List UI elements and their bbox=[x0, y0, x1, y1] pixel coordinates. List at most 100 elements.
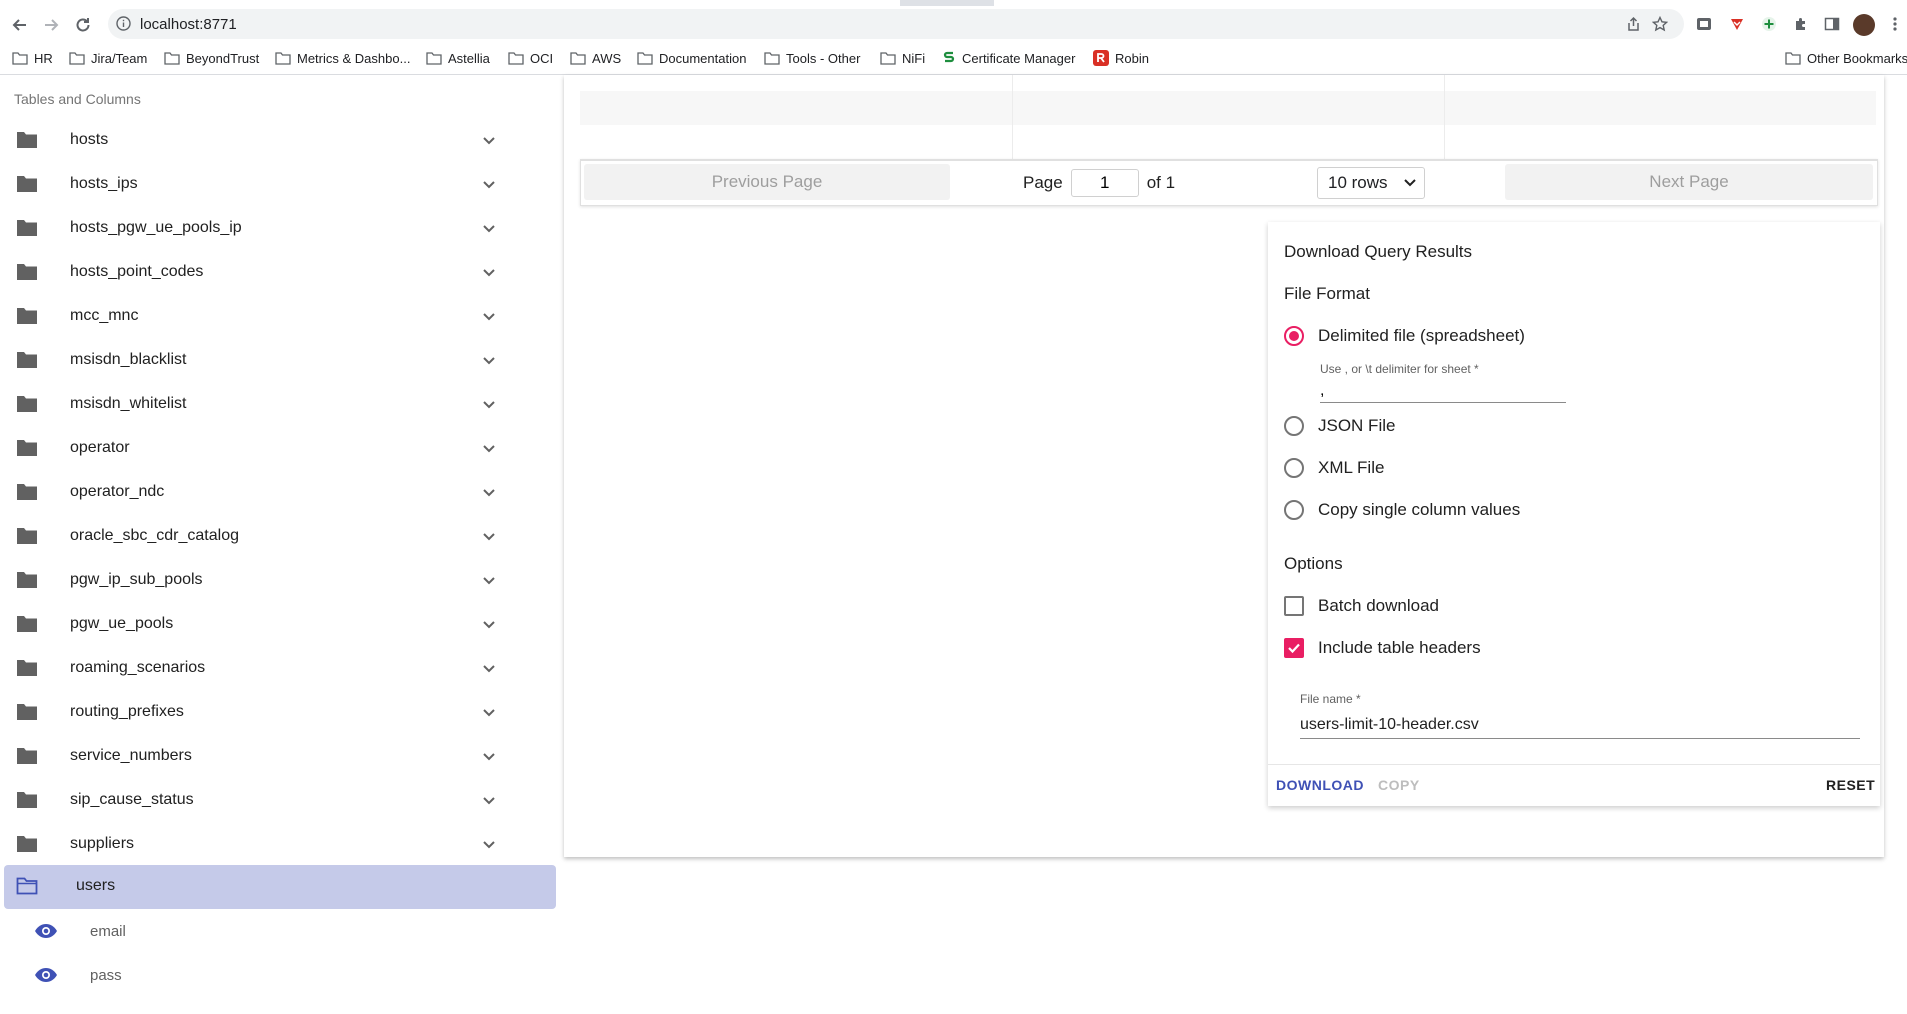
table-item-roaming-scenarios[interactable]: roaming_scenarios bbox=[4, 647, 556, 691]
page-number-input[interactable] bbox=[1070, 169, 1139, 197]
bookmark-folder-beyondtrust[interactable]: BeyondTrust bbox=[164, 48, 259, 68]
table-item-pgw-ip-sub-pools[interactable]: pgw_ip_sub_pools bbox=[4, 559, 556, 603]
bookmark-folder-nifi[interactable]: NiFi bbox=[880, 48, 925, 68]
chevron-down-icon[interactable] bbox=[482, 793, 496, 811]
folder-icon bbox=[275, 51, 291, 65]
include-headers-checkbox[interactable] bbox=[1284, 638, 1304, 658]
chevron-down-icon[interactable] bbox=[482, 661, 496, 679]
chevron-down-icon[interactable] bbox=[482, 837, 496, 855]
extension-icon-2[interactable] bbox=[1726, 13, 1748, 35]
back-icon[interactable] bbox=[7, 12, 33, 38]
bookmark-folder-hr[interactable]: HR bbox=[12, 48, 53, 68]
table-item-routing-prefixes[interactable]: routing_prefixes bbox=[4, 691, 556, 735]
table-item-sip-cause-status[interactable]: sip_cause_status bbox=[4, 779, 556, 823]
bookmark-certificate-manager[interactable]: Certificate Manager bbox=[942, 48, 1075, 68]
url-text[interactable]: localhost:8771 bbox=[140, 16, 237, 33]
table-item-msisdn-whitelist[interactable]: msisdn_whitelist bbox=[4, 383, 556, 427]
download-button[interactable]: DOWNLOAD bbox=[1276, 777, 1364, 793]
bookmark-folder-astellia[interactable]: Astellia bbox=[426, 48, 490, 68]
format-option-xml[interactable]: XML File bbox=[1284, 454, 1384, 482]
reload-icon[interactable] bbox=[70, 12, 96, 38]
column-item-pass[interactable]: pass bbox=[30, 955, 430, 995]
table-item-msisdn-blacklist[interactable]: msisdn_blacklist bbox=[4, 339, 556, 383]
chevron-down-icon[interactable] bbox=[482, 309, 496, 327]
table-item-hosts[interactable]: hosts bbox=[4, 119, 556, 163]
batch-download-checkbox[interactable] bbox=[1284, 596, 1304, 616]
previous-page-button[interactable]: Previous Page bbox=[584, 164, 950, 200]
chevron-down-icon[interactable] bbox=[482, 573, 496, 591]
chevron-down-icon[interactable] bbox=[482, 705, 496, 723]
kebab-menu-icon[interactable] bbox=[1884, 13, 1906, 35]
format-option-copy-column[interactable]: Copy single column values bbox=[1284, 496, 1520, 524]
column-item-email[interactable]: email bbox=[30, 911, 430, 951]
chevron-down-icon[interactable] bbox=[482, 749, 496, 767]
table-item-label: oracle_sbc_cdr_catalog bbox=[70, 527, 239, 544]
rows-per-page-select[interactable]: 10 rows bbox=[1317, 167, 1425, 199]
chevron-down-icon[interactable] bbox=[482, 441, 496, 459]
chevron-down-icon[interactable] bbox=[482, 617, 496, 635]
bookmark-folder-aws[interactable]: AWS bbox=[570, 48, 621, 68]
chevron-down-icon[interactable] bbox=[482, 221, 496, 239]
chevron-down-icon[interactable] bbox=[482, 529, 496, 547]
folder-icon bbox=[508, 51, 524, 65]
extensions-puzzle-icon[interactable] bbox=[1790, 13, 1812, 35]
chevron-down-icon[interactable] bbox=[482, 265, 496, 283]
table-item-label: mcc_mnc bbox=[70, 307, 139, 324]
radio-unselected[interactable] bbox=[1284, 500, 1304, 520]
extension-plus-icon[interactable] bbox=[1758, 13, 1780, 35]
table-item-mcc-mnc[interactable]: mcc_mnc bbox=[4, 295, 556, 339]
share-icon[interactable] bbox=[1626, 16, 1641, 37]
table-item-hosts-point-codes[interactable]: hosts_point_codes bbox=[4, 251, 556, 295]
radio-unselected[interactable] bbox=[1284, 458, 1304, 478]
chevron-down-icon[interactable] bbox=[482, 397, 496, 415]
extension-icon-1[interactable] bbox=[1693, 13, 1715, 35]
column-item-label: email bbox=[90, 923, 126, 940]
chevron-down-icon[interactable] bbox=[482, 177, 496, 195]
info-icon[interactable] bbox=[116, 16, 131, 36]
table-item-users[interactable]: users bbox=[4, 865, 556, 909]
copy-button[interactable]: COPY bbox=[1378, 777, 1420, 793]
table-item-operator[interactable]: operator bbox=[4, 427, 556, 471]
table-item-oracle-sbc-cdr-catalog[interactable]: oracle_sbc_cdr_catalog bbox=[4, 515, 556, 559]
bookmark-star-icon[interactable] bbox=[1651, 15, 1669, 37]
folder-icon bbox=[16, 263, 38, 286]
address-bar[interactable]: localhost:8771 bbox=[108, 9, 1684, 39]
bookmark-folder-metrics[interactable]: Metrics & Dashbo... bbox=[275, 48, 410, 68]
format-option-delimited[interactable]: Delimited file (spreadsheet) bbox=[1284, 322, 1525, 350]
reset-button[interactable]: RESET bbox=[1826, 777, 1875, 793]
radio-selected[interactable] bbox=[1284, 326, 1304, 346]
chevron-down-icon[interactable] bbox=[482, 133, 496, 151]
eye-icon[interactable] bbox=[34, 967, 58, 988]
table-item-service-numbers[interactable]: service_numbers bbox=[4, 735, 556, 779]
delimiter-input[interactable] bbox=[1320, 380, 1566, 403]
bookmark-folder-documentation[interactable]: Documentation bbox=[637, 48, 746, 68]
table-item-suppliers[interactable]: suppliers bbox=[4, 823, 556, 867]
folder-icon bbox=[16, 351, 38, 374]
folder-icon bbox=[16, 615, 38, 638]
chevron-down-icon[interactable] bbox=[482, 485, 496, 503]
forward-icon[interactable] bbox=[38, 12, 64, 38]
file-name-input[interactable] bbox=[1300, 712, 1860, 739]
chevron-down-icon bbox=[1404, 179, 1416, 187]
folder-icon bbox=[16, 131, 38, 154]
table-item-operator-ndc[interactable]: operator_ndc bbox=[4, 471, 556, 515]
bookmark-folder-jira-team[interactable]: Jira/Team bbox=[69, 48, 147, 68]
profile-avatar[interactable] bbox=[1853, 14, 1875, 36]
table-item-label: pgw_ip_sub_pools bbox=[70, 571, 203, 588]
table-item-hosts-ips[interactable]: hosts_ips bbox=[4, 163, 556, 207]
bookmark-folder-oci[interactable]: OCI bbox=[508, 48, 553, 68]
format-option-json[interactable]: JSON File bbox=[1284, 412, 1395, 440]
next-page-button[interactable]: Next Page bbox=[1505, 164, 1873, 200]
table-item-hosts-pgw-ue-pools-ip[interactable]: hosts_pgw_ue_pools_ip bbox=[4, 207, 556, 251]
include-headers-option[interactable]: Include table headers bbox=[1284, 634, 1481, 662]
radio-unselected[interactable] bbox=[1284, 416, 1304, 436]
bookmark-folder-tools-other[interactable]: Tools - Other bbox=[764, 48, 860, 68]
chevron-down-icon[interactable] bbox=[482, 353, 496, 371]
batch-download-option[interactable]: Batch download bbox=[1284, 592, 1439, 620]
bookmark-folder-other[interactable]: Other Bookmarks bbox=[1785, 48, 1907, 68]
page-total: of 1 bbox=[1146, 173, 1176, 192]
side-panel-icon[interactable] bbox=[1821, 13, 1843, 35]
table-item-pgw-ue-pools[interactable]: pgw_ue_pools bbox=[4, 603, 556, 647]
eye-icon[interactable] bbox=[34, 923, 58, 944]
bookmark-robin[interactable]: Robin bbox=[1093, 48, 1149, 68]
